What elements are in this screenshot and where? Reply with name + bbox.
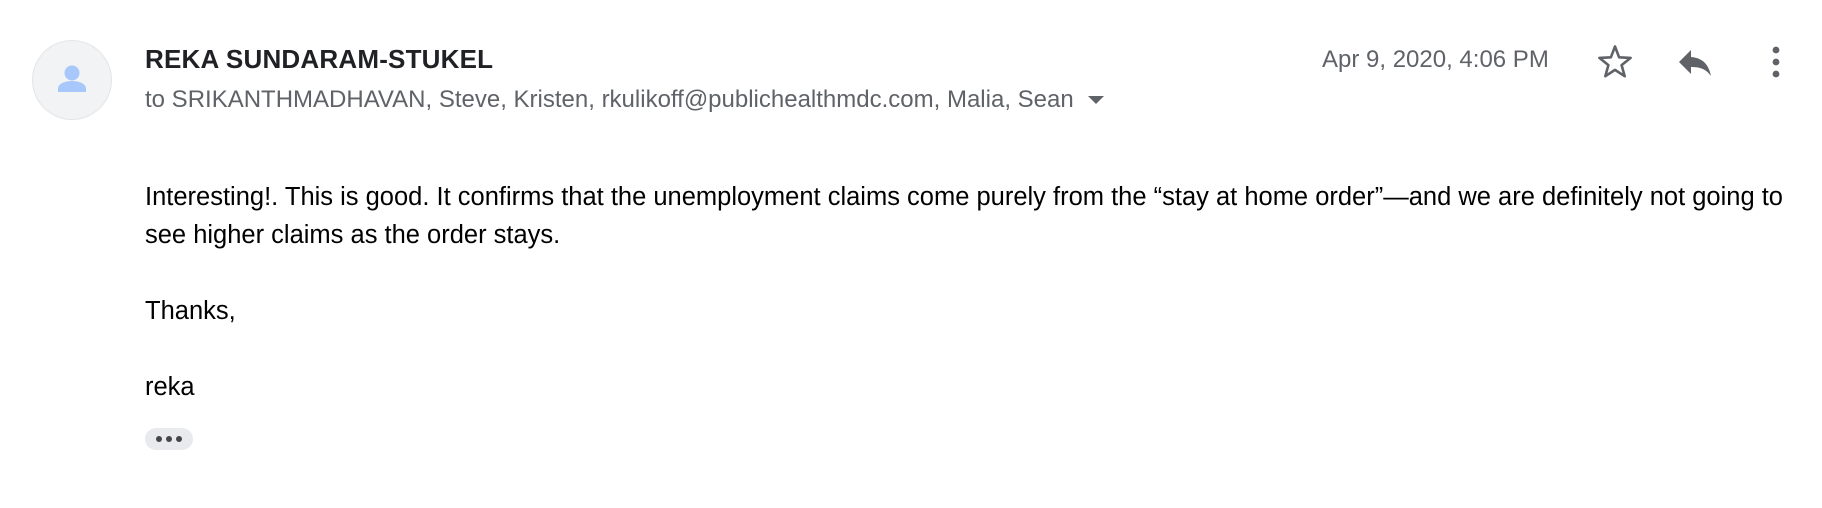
message-date: Apr 9, 2020, 4:06 PM	[1322, 46, 1549, 73]
ellipsis-icon	[176, 436, 182, 442]
show-trimmed-content-button[interactable]	[145, 428, 193, 450]
ellipsis-icon	[156, 436, 162, 442]
ellipsis-icon	[166, 436, 172, 442]
message-body: Interesting!. This is good. It confirms …	[145, 178, 1805, 406]
reply-button[interactable]	[1671, 38, 1719, 86]
recipients-line: to SRIKANTHMADHAVAN, Steve, Kristen, rku…	[145, 86, 1104, 114]
body-paragraph: reka	[145, 373, 195, 401]
email-message: REKA SUNDARAM-STUKEL to SRIKANTHMADHAVAN…	[0, 0, 1822, 508]
recipients-text: to SRIKANTHMADHAVAN, Steve, Kristen, rku…	[145, 86, 1074, 113]
sender-name[interactable]: REKA SUNDARAM-STUKEL	[145, 44, 493, 75]
more-options-button[interactable]	[1752, 38, 1800, 86]
star-outline-icon	[1598, 45, 1632, 78]
reply-icon	[1679, 50, 1711, 76]
body-paragraph: Thanks,	[145, 297, 236, 325]
body-paragraph: Interesting!. This is good. It confirms …	[145, 183, 1783, 249]
sender-avatar[interactable]	[32, 40, 112, 120]
star-button[interactable]	[1591, 38, 1639, 86]
caret-down-icon[interactable]	[1087, 96, 1104, 104]
more-vert-icon	[1772, 46, 1780, 78]
person-icon	[58, 65, 86, 92]
